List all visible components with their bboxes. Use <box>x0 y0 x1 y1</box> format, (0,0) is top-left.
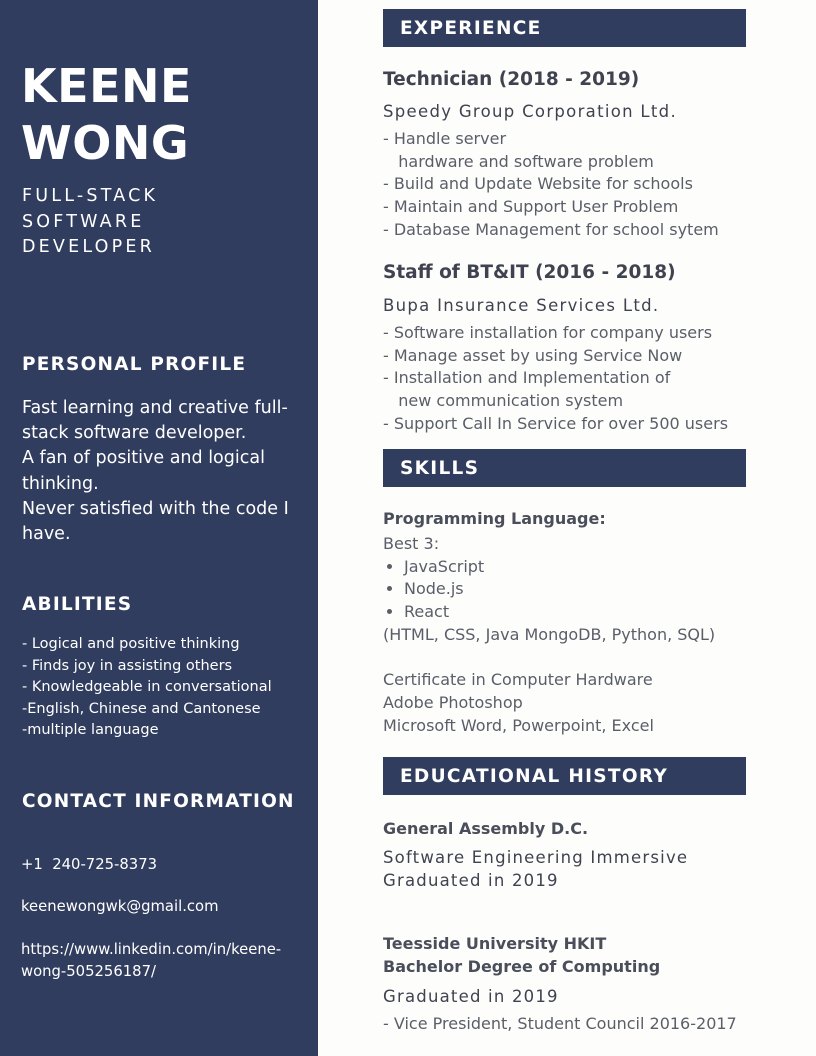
job-title-1: Technician (2018 - 2019) <box>383 69 640 90</box>
language-item: JavaScript <box>404 556 753 579</box>
ability-item: -multiple language <box>22 722 159 739</box>
linkedin-link[interactable]: https://www.linkedin.com/in/keene- wong-… <box>21 939 313 983</box>
skill-item: Certificate in Computer Hardware <box>383 670 653 690</box>
title-line: DEVELOPER <box>22 237 156 257</box>
school-name: Teesside University HKIT <box>383 934 607 953</box>
skills-heading: SKILLS <box>400 458 480 479</box>
profile-line: thinking. <box>22 473 99 494</box>
school-1-details: Software Engineering Immersive Graduated… <box>383 846 688 892</box>
program-name: Software Engineering Immersive <box>383 848 689 867</box>
profile-line: have. <box>22 524 71 545</box>
skills-section-header: SKILLS <box>383 449 746 487</box>
person-name: KEENE WONG <box>21 58 192 172</box>
ability-item: - Logical and positive thinking <box>22 636 240 652</box>
experience-heading: EXPERIENCE <box>400 18 542 39</box>
duty-item: - Software installation for company user… <box>383 323 713 342</box>
duty-item: - Handle server <box>383 129 507 148</box>
duty-item: - Installation and Implementation of <box>383 368 671 388</box>
title-line: FULL-STACK <box>22 186 159 206</box>
ability-item: - Finds joy in assisting others <box>22 657 233 674</box>
phone-number: +1 240-725-8373 <box>21 856 158 873</box>
title-line: SOFTWARE <box>22 211 145 232</box>
duty-item: - Support Call In Service for over 500 u… <box>383 413 729 433</box>
sidebar: KEENE WONG FULL-STACK SOFTWARE DEVELOPER… <box>0 0 318 1056</box>
linkedin-line: wong-505256187/ <box>21 963 156 980</box>
profile-heading: PERSONAL PROFILE <box>22 354 247 375</box>
education-section-header: EDUCATIONAL HISTORY <box>383 757 746 795</box>
ability-item: - Knowledgeable in conversational <box>22 679 272 696</box>
language-item: React <box>404 601 753 624</box>
skill-item: Microsoft Word, Powerpoint, Excel <box>383 715 654 735</box>
experience-section-header: EXPERIENCE <box>383 9 746 47</box>
education-heading: EDUCATIONAL HISTORY <box>400 766 669 787</box>
profile-line: A fan of positive and logical <box>22 448 265 469</box>
other-languages: (HTML, CSS, Java MongoDB, Python, SQL) <box>383 624 716 644</box>
duty-item: - Manage asset by using Service Now <box>383 345 683 365</box>
email-address[interactable]: keenewongwk@gmail.com <box>21 896 313 918</box>
profile-line: stack software developer. <box>22 423 247 444</box>
ability-item: -English, Chinese and Cantonese <box>22 700 261 717</box>
name-last: WONG <box>21 116 190 170</box>
student-council-note: - Vice President, Student Council 2016-2… <box>383 1014 737 1033</box>
job-1-duties: - Handle server hardware and software pr… <box>383 128 753 242</box>
abilities-list: - Logical and positive thinking - Finds … <box>22 634 312 742</box>
duty-item: - Database Management for school sytem <box>383 219 719 239</box>
profile-text: Fast learning and creative full- stack s… <box>22 396 312 547</box>
abilities-heading: ABILITIES <box>22 594 133 615</box>
job-title-2: Staff of BT&IT (2016 - 2018) <box>383 262 676 283</box>
school-1: General Assembly D.C. <box>383 819 589 838</box>
profile-line: Fast learning and creative full- <box>22 398 288 418</box>
graduation-year: Graduated in 2019 <box>383 871 559 890</box>
school-2: Teesside University HKIT Bachelor Degree… <box>383 932 660 978</box>
linkedin-line: https://www.linkedin.com/in/keene- <box>21 941 282 958</box>
programming-heading: Programming Language: <box>383 509 606 528</box>
best-languages: JavaScript Node.js React <box>383 556 753 624</box>
name-first: KEENE <box>21 59 192 113</box>
skill-item: Adobe Photoshop <box>383 692 523 712</box>
duty-item: new communication system <box>383 391 624 411</box>
best-label: Best 3: <box>383 534 440 553</box>
skills-list: Best 3: JavaScript Node.js React (HTML, … <box>383 533 753 737</box>
profile-line: Never satisfied with the code I <box>22 498 289 519</box>
job-title: FULL-STACK SOFTWARE DEVELOPER <box>22 184 158 261</box>
language-item: Node.js <box>404 578 753 601</box>
company-2: Bupa Insurance Services Ltd. <box>383 296 660 315</box>
duty-item: hardware and software problem <box>383 151 654 171</box>
degree-name: Bachelor Degree of Computing <box>383 957 661 976</box>
graduation-year: Graduated in 2019 <box>383 987 559 1006</box>
duty-item: - Build and Update Website for schools <box>383 174 693 194</box>
duty-item: - Maintain and Support User Problem <box>383 197 679 217</box>
contact-heading: CONTACT INFORMATION <box>22 791 295 812</box>
company-1: Speedy Group Corporation Ltd. <box>383 102 678 121</box>
job-2-duties: - Software installation for company user… <box>383 322 753 436</box>
